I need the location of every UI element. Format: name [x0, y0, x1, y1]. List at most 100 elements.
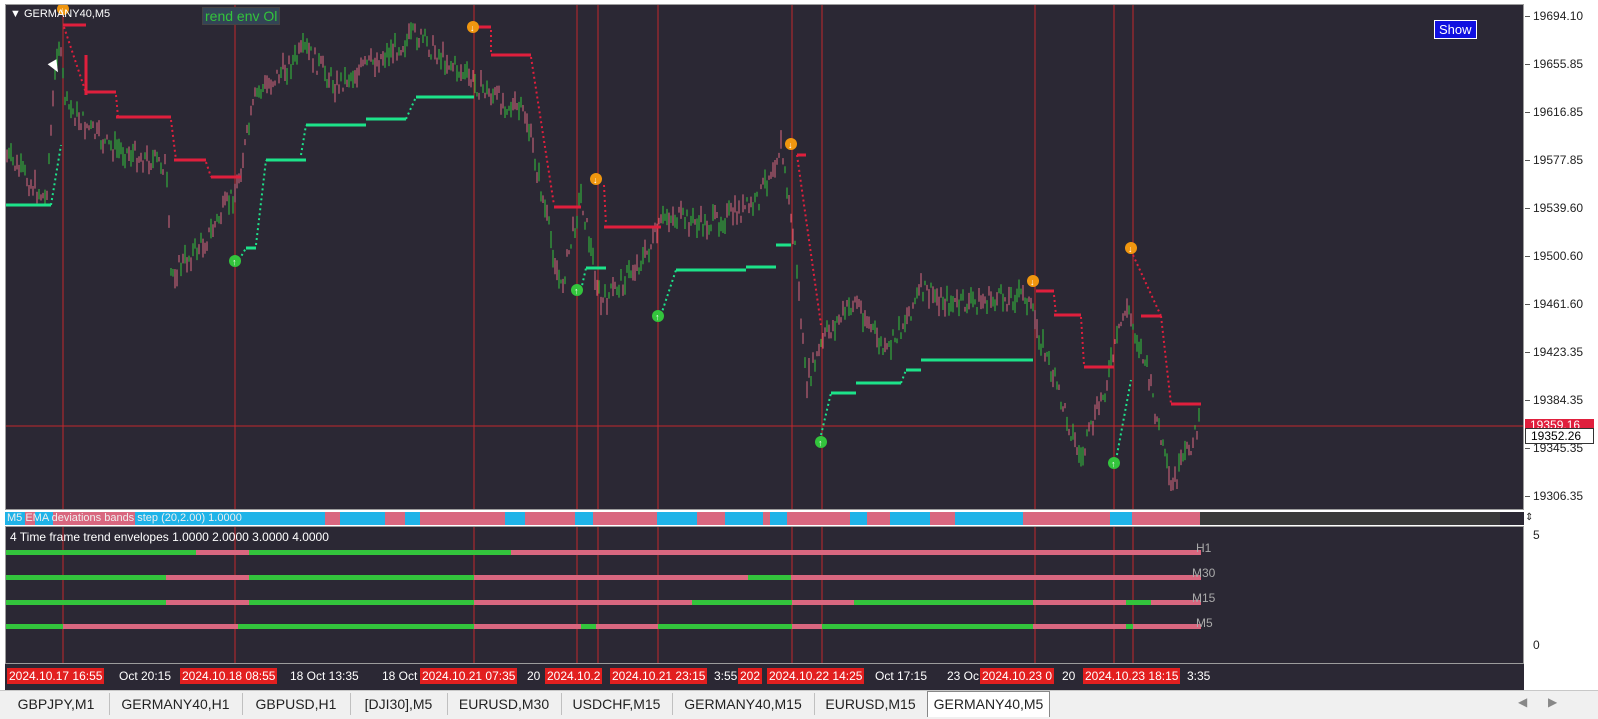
time-label: 20	[1062, 669, 1076, 683]
strip-segment	[505, 512, 525, 525]
show-button[interactable]: Show	[1434, 20, 1477, 39]
chart-tab[interactable]: EURUSD,M15	[814, 693, 928, 715]
trend-bar-segment	[6, 575, 166, 580]
trend-bar-segment	[238, 624, 474, 629]
strip-segment	[850, 512, 867, 525]
trend-bar-segment	[6, 624, 63, 629]
trend-bar-segment	[196, 550, 249, 555]
strip-segment	[385, 512, 405, 525]
resistance-dots	[1080, 316, 1085, 366]
sell-signal-glyph: ↓	[1128, 244, 1133, 254]
price-tick-mark	[1525, 256, 1530, 257]
price-tick-mark	[1525, 160, 1530, 161]
time-label: 2024.10.17 16:55	[7, 668, 105, 684]
time-label: 202	[738, 668, 763, 684]
trend-bar-segment	[249, 600, 474, 605]
price-axis[interactable]: 19694.10 19655.85 19616.85 19577.85 19539.60…	[1525, 4, 1598, 664]
price-tick-mark	[1525, 208, 1530, 209]
trend-bar-segment	[1033, 624, 1126, 629]
time-label: Oct 17:15	[875, 669, 928, 683]
resistance-dots	[603, 184, 607, 226]
subwindow-title: 4 Time frame trend envelopes 1.0000 2.00…	[10, 530, 329, 544]
tf-label-m15: M15	[1192, 591, 1216, 605]
symbol-header[interactable]: ▼ GERMANY40,M5	[10, 8, 110, 20]
strip-segment	[525, 512, 575, 525]
time-label: 3:55	[714, 669, 738, 683]
resistance-dots	[1160, 315, 1172, 405]
resistance-dots	[1132, 254, 1162, 317]
time-label: Oct 20:15	[119, 669, 172, 683]
price-tick-mark	[1525, 400, 1530, 401]
strip-segment	[725, 512, 763, 525]
time-axis[interactable]: 2024.10.17 16:55 Oct 20:15 2024.10.18 08:5…	[5, 664, 1524, 690]
main-chart[interactable]: ↓ ↓ ↓ ↓ ↓ ↓ ↑ ↑ ↑ ↑ ↑ ▼ GERMANY40,M5 rend env Ol S…	[5, 4, 1524, 510]
chart-tab[interactable]: USDCHF,M15	[561, 693, 673, 715]
strip-segment	[763, 512, 770, 525]
time-label: 2024.10.23 18:15	[1083, 668, 1181, 684]
trend-bar-segment	[474, 575, 748, 580]
chart-window: ↓ ↓ ↓ ↓ ↓ ↓ ↑ ↑ ↑ ↑ ↑ ▼ GERMANY40,M5 rend env Ol S…	[0, 0, 1598, 690]
trend-envelopes-subwindow[interactable]: 4 Time frame trend envelopes 1.0000 2.00…	[5, 526, 1524, 664]
strip-segment	[405, 512, 420, 525]
collapse-arrow-icon[interactable]: ▼	[10, 8, 21, 20]
price-tick-mark	[1525, 448, 1530, 449]
strip-segment	[1023, 512, 1110, 525]
resistance-dots	[115, 94, 119, 118]
trend-bar-segment	[1133, 624, 1201, 629]
chart-tab[interactable]: [DJI30],M5	[350, 693, 448, 715]
resistance-dots	[63, 26, 87, 94]
price-tick: 19655.85	[1533, 57, 1584, 71]
trend-bar-segment	[854, 600, 1033, 605]
trend-bar-segment	[658, 624, 792, 629]
trend-bar-segment	[474, 600, 692, 605]
strip-segment	[657, 512, 697, 525]
scroll-right-icon[interactable]: ▶	[1548, 695, 1557, 709]
time-label: 3:35	[1187, 669, 1211, 683]
tf-label-m5: M5	[1196, 616, 1213, 630]
strip-segment	[930, 512, 955, 525]
strip-segment	[770, 512, 787, 525]
price-tick-mark	[1525, 64, 1530, 65]
trend-bar-segment	[249, 550, 511, 555]
strip-segment	[593, 512, 657, 525]
buy-signal-glyph: ↑	[1111, 459, 1116, 469]
trend-bar-segment	[692, 600, 792, 605]
time-label: 2024.10.22 14:25	[767, 668, 865, 684]
time-label: 23 Oc	[947, 669, 980, 683]
trend-bar-segment	[511, 550, 1201, 555]
support-dots	[255, 159, 267, 246]
price-chart-canvas[interactable]: ↓↓↓↓↓↓↑↑↑↑↑	[6, 5, 1523, 509]
strip-segment	[1110, 512, 1132, 525]
strip-segment	[890, 512, 930, 525]
strip-segment	[575, 512, 593, 525]
indicator-tag[interactable]: rend env Ol	[202, 7, 281, 25]
support-dots	[405, 96, 417, 120]
sub-axis-bottom: 0	[1533, 638, 1540, 652]
price-tick: 19461.60	[1533, 297, 1584, 311]
sell-signal-glyph: ↓	[593, 175, 598, 185]
chart-tab[interactable]: EURUSD,M30	[447, 693, 562, 715]
support-dots	[900, 369, 907, 384]
trend-bar-segment	[596, 624, 658, 629]
price-tick-mark	[1525, 16, 1530, 17]
time-label: 18 Oct 13:35	[290, 669, 359, 683]
trend-bar-segment	[1126, 624, 1133, 629]
chart-tab[interactable]: GBPJPY,M1	[3, 693, 110, 715]
ema-deviation-strip: M5 EMA deviations bands step (20,2.00) 1…	[5, 512, 1524, 525]
trend-bar-segment	[581, 624, 596, 629]
resistance-dots	[796, 154, 822, 326]
support-dots	[300, 124, 307, 156]
chart-tab[interactable]: GERMANY40,M15	[672, 693, 815, 715]
sub-axis-top: 5	[1533, 528, 1540, 542]
chart-tab[interactable]: GBPUSD,H1	[242, 693, 351, 715]
price-tick: 19616.85	[1533, 105, 1584, 119]
resistance-dots	[205, 161, 212, 178]
scroll-left-icon[interactable]: ◀	[1518, 695, 1527, 709]
chart-tab[interactable]: GERMANY40,M5	[927, 691, 1050, 717]
chart-tab[interactable]: GERMANY40,H1	[109, 693, 243, 715]
resistance-dots	[1053, 294, 1057, 316]
tf-label-h1: H1	[1196, 541, 1212, 555]
time-label: 2024.10.2	[545, 668, 603, 684]
current-price-label: 19352.26	[1525, 428, 1594, 444]
trend-bar-segment	[474, 624, 581, 629]
